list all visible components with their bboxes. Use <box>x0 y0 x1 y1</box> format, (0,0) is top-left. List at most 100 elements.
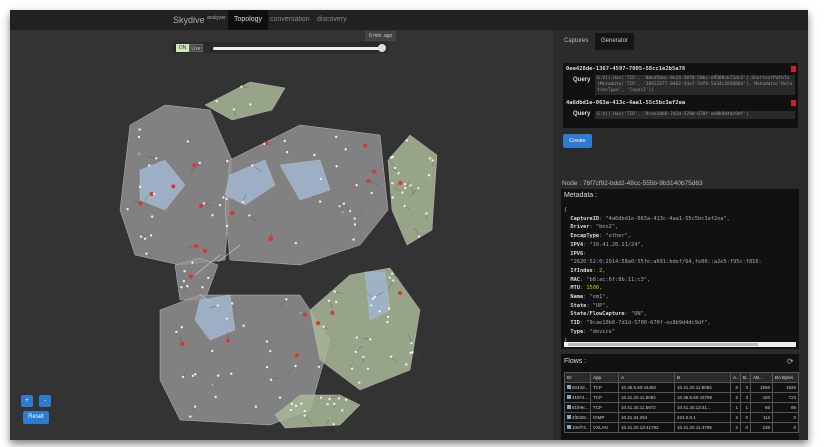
topology-node[interactable] <box>353 217 356 220</box>
topology-node[interactable] <box>303 414 306 417</box>
topology-node[interactable] <box>225 197 228 201</box>
topology-node[interactable] <box>215 99 218 103</box>
topology-node[interactable] <box>283 139 286 143</box>
topology-node[interactable] <box>405 363 408 366</box>
topology-node[interactable] <box>333 402 336 406</box>
expand-icon[interactable] <box>567 415 571 419</box>
topology-node[interactable] <box>366 178 371 183</box>
topology-node[interactable] <box>138 152 141 155</box>
topology-node[interactable] <box>254 102 258 105</box>
on-toggle[interactable]: ON <box>176 44 189 52</box>
topology-node[interactable] <box>368 338 372 341</box>
zoom-out-button[interactable]: - <box>39 395 51 407</box>
topology-node[interactable] <box>328 417 331 420</box>
topology-node[interactable] <box>207 276 210 280</box>
topology-node[interactable] <box>232 108 236 111</box>
topology-node[interactable] <box>240 85 243 88</box>
topology-node[interactable] <box>355 183 358 187</box>
topology-node[interactable] <box>145 252 148 255</box>
topology-node[interactable] <box>401 191 404 194</box>
topology-node[interactable] <box>181 375 185 379</box>
topology-node[interactable] <box>393 166 397 170</box>
refresh-icon[interactable]: ⟳ <box>787 357 794 366</box>
topology-node[interactable] <box>152 192 156 196</box>
create-button[interactable]: Create <box>563 134 592 148</box>
topology-node[interactable] <box>180 325 184 329</box>
topology-node[interactable] <box>417 235 421 238</box>
topology-node[interactable] <box>138 201 143 206</box>
topology-node[interactable] <box>290 402 294 406</box>
topology-node[interactable] <box>391 196 394 199</box>
flow-row[interactable]: 81fe6c... TCP 10.41.20.11:5672 10.41.20.13:… <box>564 402 799 413</box>
topology-node[interactable] <box>405 139 408 142</box>
flow-row[interactable]: 5043d... TCP 10.36.5.50:44482 10.41.20.11:8… <box>564 382 799 393</box>
topology-node[interactable] <box>300 402 303 405</box>
topology-node[interactable] <box>216 374 220 377</box>
topology-node[interactable] <box>330 310 335 315</box>
topology-node[interactable] <box>139 235 143 238</box>
topology-node[interactable] <box>328 397 331 401</box>
topology-node[interactable] <box>278 396 282 399</box>
topology-node[interactable] <box>335 165 338 168</box>
topology-node[interactable] <box>350 367 354 370</box>
topology-node[interactable] <box>191 261 194 264</box>
topology-node[interactable] <box>126 207 129 211</box>
topology-node[interactable] <box>370 191 373 195</box>
topology-node[interactable] <box>186 140 190 143</box>
topology-node[interactable] <box>186 285 189 288</box>
column-header[interactable]: A <box>618 372 675 383</box>
topology-node[interactable] <box>344 148 347 151</box>
topology-node[interactable] <box>230 372 233 375</box>
topology-node[interactable] <box>148 164 151 167</box>
column-header[interactable]: B... <box>740 372 751 383</box>
topology-node[interactable] <box>251 164 254 167</box>
expand-icon[interactable] <box>567 385 571 389</box>
topology-node[interactable] <box>147 193 150 197</box>
topology-node[interactable] <box>211 383 214 387</box>
topology-node[interactable] <box>194 243 199 248</box>
topology-node[interactable] <box>358 381 361 384</box>
topology-node[interactable] <box>388 276 391 279</box>
trash-icon[interactable] <box>791 66 796 72</box>
topology-node[interactable] <box>425 212 428 215</box>
topology-node[interactable] <box>230 302 234 305</box>
topology-node[interactable] <box>398 291 403 296</box>
live-toggle[interactable]: Live <box>189 44 203 52</box>
topology-node[interactable] <box>180 286 183 289</box>
topology-node[interactable] <box>427 173 431 177</box>
topology-node[interactable] <box>210 349 214 353</box>
topology-node[interactable] <box>189 415 192 418</box>
tab-captures[interactable]: Captures <box>558 33 594 50</box>
topology-node[interactable] <box>319 177 323 181</box>
topology-node[interactable] <box>192 163 197 168</box>
topology-node[interactable] <box>201 286 204 289</box>
topology-node[interactable] <box>155 157 158 160</box>
topology-node[interactable] <box>265 340 269 343</box>
horizontal-scrollbar[interactable] <box>564 342 796 347</box>
expand-icon[interactable] <box>567 425 571 429</box>
topology-node[interactable] <box>194 373 197 376</box>
flow-row[interactable]: 4f6328... IGMP 10.41.34.254 224.0.0.1 2 0 112 0 <box>564 412 799 423</box>
flow-row[interactable]: 41974... TCP 10.41.20.11:8082 10.36.5.50:43… <box>564 392 799 403</box>
column-header[interactable]: BA Bytes <box>772 372 799 383</box>
topology-node[interactable] <box>225 317 228 320</box>
topology-node[interactable] <box>269 378 273 382</box>
topology-node[interactable] <box>202 202 206 205</box>
topology-node[interactable] <box>137 135 141 139</box>
topology-node[interactable] <box>242 324 245 327</box>
topology-node[interactable] <box>390 272 394 275</box>
timeline-slider[interactable] <box>213 47 383 50</box>
topology-node[interactable] <box>216 304 219 307</box>
topology-node[interactable] <box>386 315 390 319</box>
topology-node[interactable] <box>294 353 299 358</box>
topology-node[interactable] <box>241 200 245 204</box>
topology-node[interactable] <box>313 153 316 157</box>
topology-node[interactable] <box>294 404 298 408</box>
topology-node[interactable] <box>337 397 341 400</box>
topology-node[interactable] <box>409 184 412 187</box>
topology-node[interactable] <box>343 317 346 321</box>
topology-node[interactable] <box>175 330 178 334</box>
topology-node[interactable] <box>211 213 214 217</box>
topology-node[interactable] <box>180 341 185 346</box>
topology-node[interactable] <box>335 300 338 304</box>
